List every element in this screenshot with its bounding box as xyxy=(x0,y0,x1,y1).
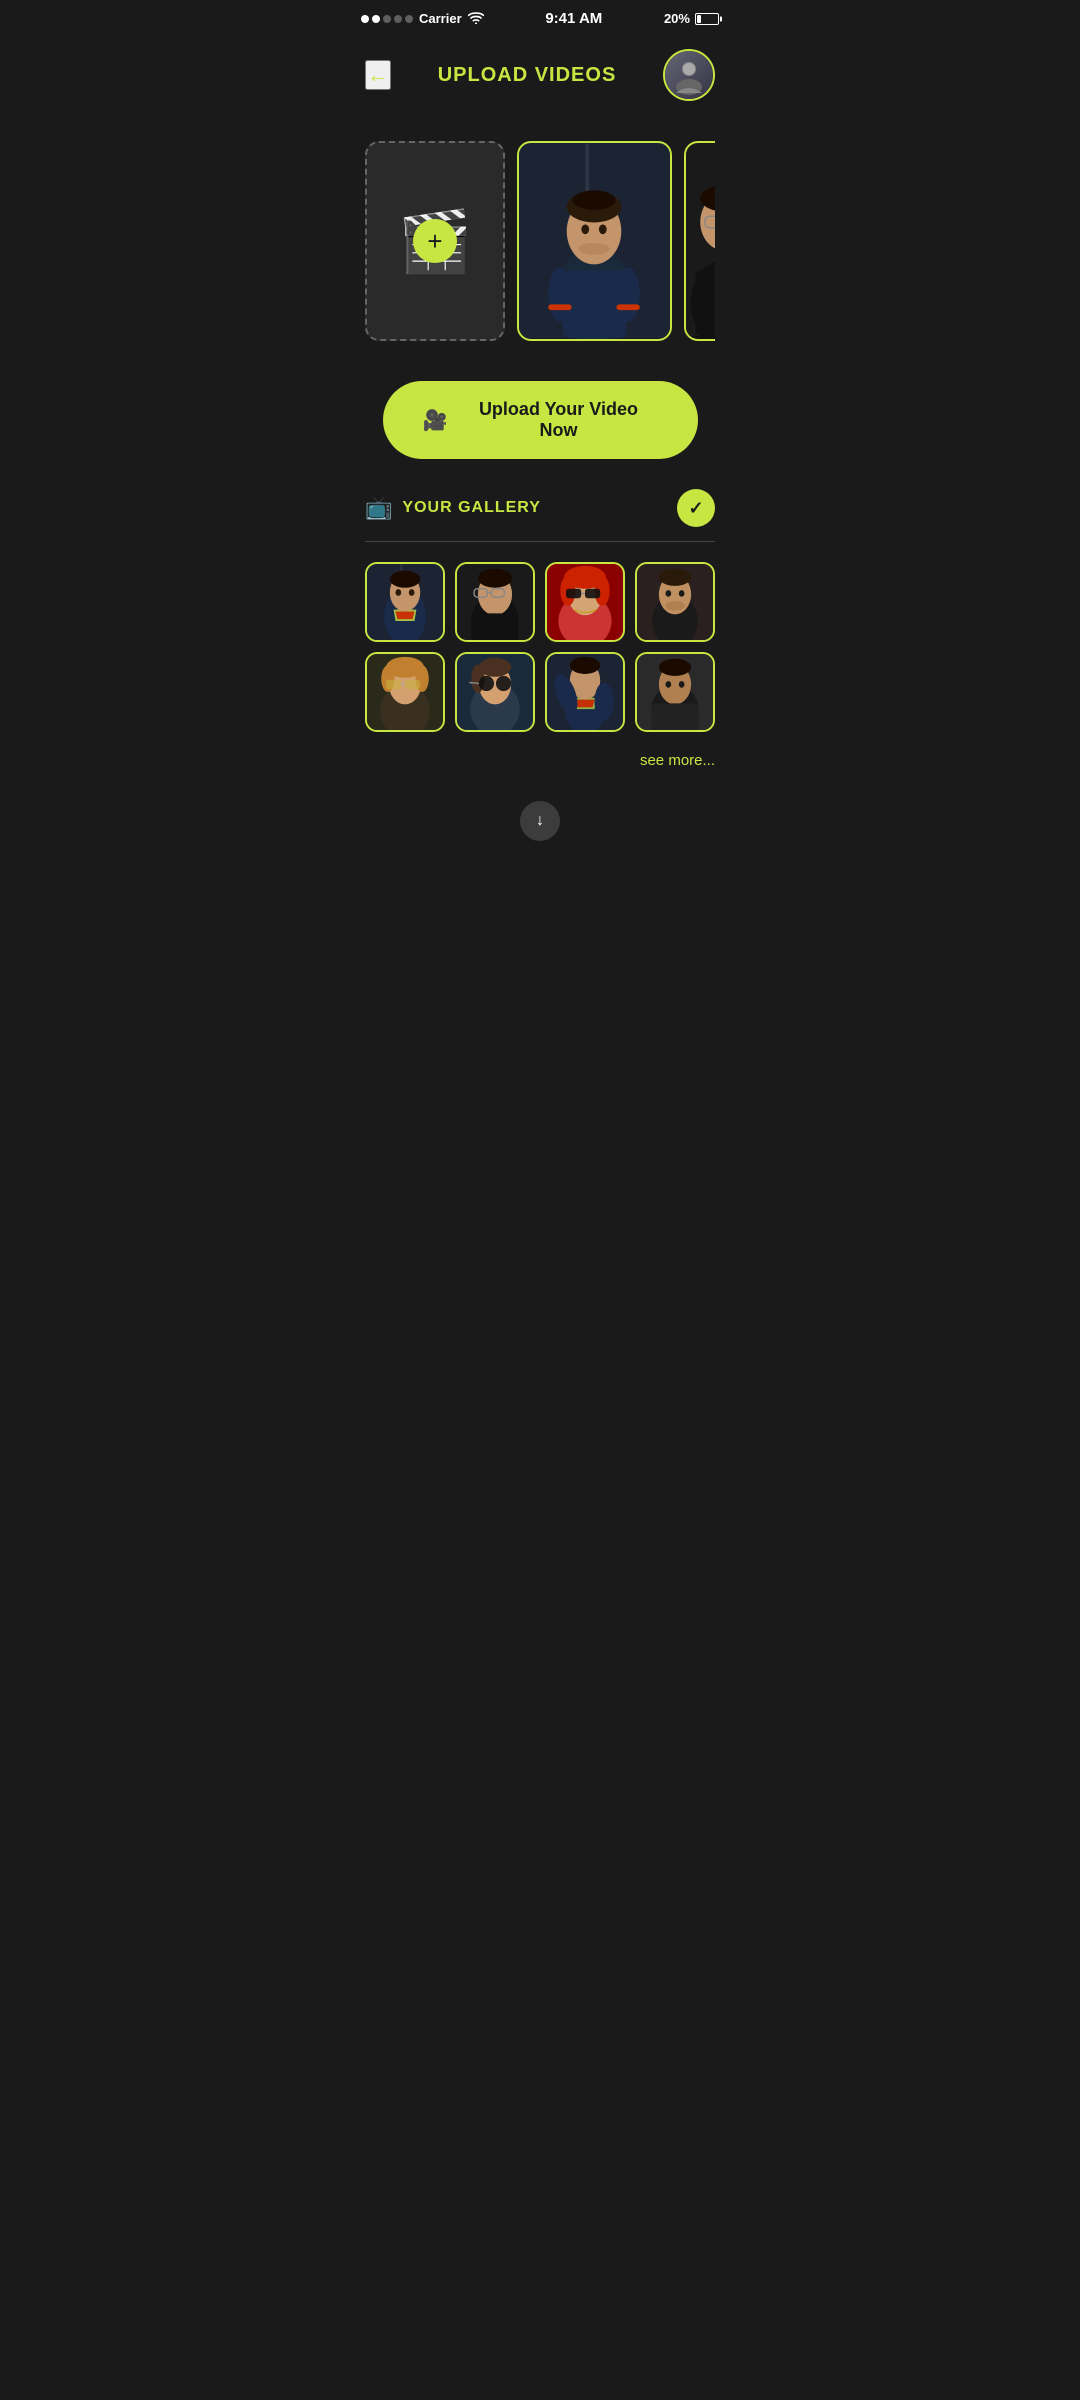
gallery-item-4[interactable] xyxy=(635,562,715,642)
upload-camera-icon: 🎥 xyxy=(423,408,448,433)
signal-dot-2 xyxy=(372,15,380,23)
see-more-button[interactable]: see more... xyxy=(640,752,715,769)
status-time: 9:41 AM xyxy=(545,10,602,27)
upload-button-label: Upload Your Video Now xyxy=(459,399,657,441)
gallery-item-6-inner xyxy=(457,654,533,730)
add-video-box[interactable]: 🎬 + xyxy=(365,141,505,341)
upload-now-button[interactable]: 🎥 Upload Your Video Now xyxy=(383,381,698,459)
gallery-check-badge: ✓ xyxy=(677,489,715,527)
battery-icon xyxy=(695,13,719,25)
gallery-item-8[interactable] xyxy=(635,652,715,732)
wifi-icon xyxy=(468,11,484,27)
gallery-item-3-inner xyxy=(547,564,623,640)
signal-dot-5 xyxy=(405,15,413,23)
gallery-grid xyxy=(365,562,715,732)
video-thumb-2-partial[interactable] xyxy=(684,141,715,341)
status-right: 20% xyxy=(664,11,719,26)
gallery-item-2[interactable] xyxy=(455,562,535,642)
signal-dots xyxy=(361,15,413,23)
status-left: Carrier xyxy=(361,11,484,27)
upload-section: 🎬 + xyxy=(345,121,735,371)
gallery-item-3[interactable] xyxy=(545,562,625,642)
upload-button-container: 🎥 Upload Your Video Now xyxy=(345,371,735,489)
signal-dot-4 xyxy=(394,15,402,23)
header: ← UPLOAD VIDEOS xyxy=(345,33,735,121)
page-title: UPLOAD VIDEOS xyxy=(438,64,617,87)
gallery-item-6[interactable] xyxy=(455,652,535,732)
video-thumb-1[interactable] xyxy=(517,141,672,341)
gallery-title: YOUR GALLERY xyxy=(402,499,667,517)
battery-percent: 20% xyxy=(664,11,690,26)
gallery-item-1[interactable] xyxy=(365,562,445,642)
gallery-section: 📺 YOUR GALLERY ✓ xyxy=(345,489,735,789)
gallery-item-8-inner xyxy=(637,654,713,730)
plus-icon: + xyxy=(413,219,457,263)
signal-dot-1 xyxy=(361,15,369,23)
gallery-item-1-inner xyxy=(367,564,443,640)
avatar[interactable] xyxy=(663,49,715,101)
gallery-item-5-inner xyxy=(367,654,443,730)
gallery-item-7[interactable] xyxy=(545,652,625,732)
scroll-down-button[interactable]: ↓ xyxy=(520,801,560,841)
status-bar: Carrier 9:41 AM 20% xyxy=(345,0,735,33)
signal-dot-3 xyxy=(383,15,391,23)
see-more-row: see more... xyxy=(365,742,715,789)
gallery-item-4-inner xyxy=(637,564,713,640)
gallery-item-2-inner xyxy=(457,564,533,640)
back-button[interactable]: ← xyxy=(365,60,391,90)
gallery-item-5[interactable] xyxy=(365,652,445,732)
gallery-item-7-inner xyxy=(547,654,623,730)
avatar-image xyxy=(665,51,713,99)
gallery-tv-icon: 📺 xyxy=(365,495,392,521)
gallery-header: 📺 YOUR GALLERY ✓ xyxy=(365,489,715,542)
bottom-bar: ↓ xyxy=(345,789,735,861)
media-row: 🎬 + xyxy=(365,141,715,341)
carrier-label: Carrier xyxy=(419,11,462,26)
